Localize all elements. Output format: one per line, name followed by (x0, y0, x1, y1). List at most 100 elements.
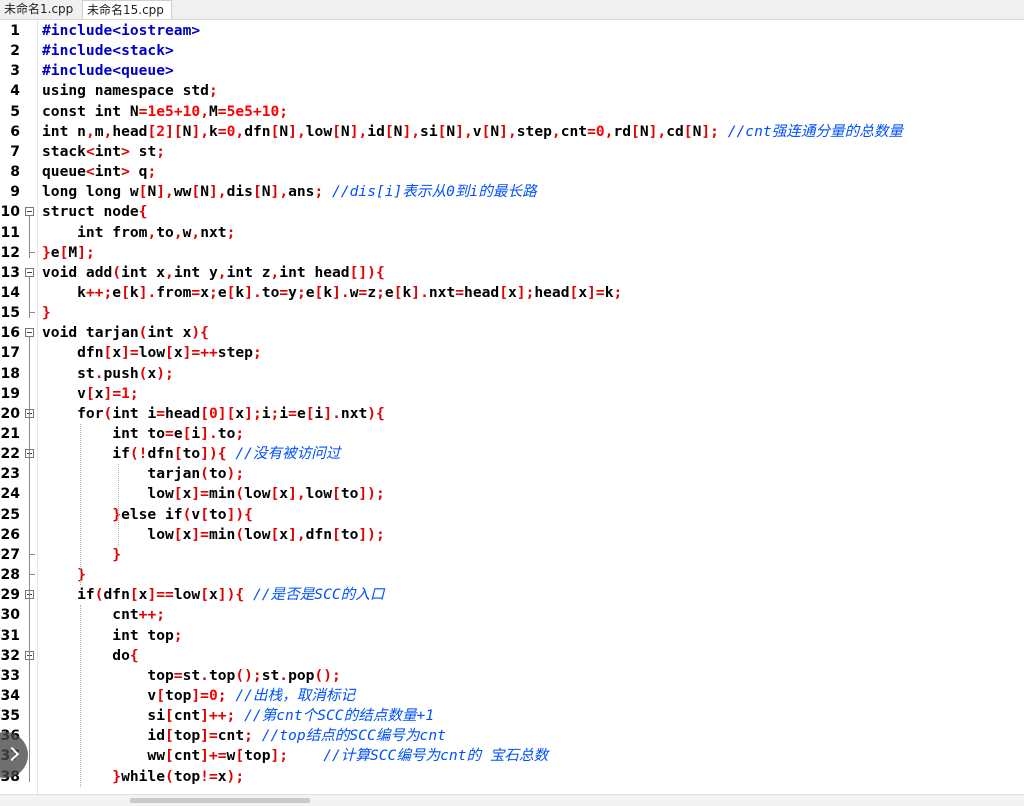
horizontal-scrollbar[interactable] (0, 794, 1024, 806)
code-line: const int N=1e5+10,M=5e5+10; (42, 102, 288, 122)
code-token: , (270, 263, 280, 281)
code-token: w (226, 747, 236, 765)
code-token: x (578, 283, 588, 301)
code-token: head (165, 404, 201, 422)
code-token: []){ (349, 263, 385, 281)
code-token: [ (200, 404, 209, 422)
code-line: si[cnt]++; //第cnt个SCC的结点数量+1 (42, 706, 434, 726)
code-token: e (112, 283, 122, 301)
code-token: [ (85, 384, 95, 402)
code-token: 1 (121, 384, 130, 402)
code-line: void tarjan(int x){ (42, 323, 209, 343)
code-token: N (200, 183, 209, 201)
code-line: using namespace std; (42, 81, 218, 101)
code-token: ( (103, 404, 113, 422)
code-token: low (244, 525, 271, 543)
code-token: N (446, 122, 456, 140)
code-token: k (402, 283, 412, 301)
code-token: x (507, 283, 517, 301)
code-token: [ (191, 183, 201, 201)
code-token: ], (349, 122, 368, 140)
code-token: long long w (42, 183, 139, 201)
line-number: 22 (0, 446, 20, 463)
code-token: = (279, 283, 289, 301)
code-line: int top; (42, 626, 183, 646)
code-token: to (340, 525, 359, 543)
code-line: stack<int> st; (42, 142, 165, 162)
code-token: N (490, 122, 500, 140)
code-token: int i (112, 404, 157, 422)
tab-file-15[interactable]: 未命名15.cpp (82, 0, 172, 19)
code-token: x (112, 344, 122, 362)
code-token: > (121, 163, 139, 181)
code-token: [ (165, 747, 174, 765)
code-token: . (279, 666, 289, 684)
code-token: ]= (191, 686, 209, 704)
code-token: to (340, 485, 359, 503)
code-token: [ (103, 344, 113, 362)
line-number: 16 (0, 325, 20, 342)
fold-range-line (29, 458, 30, 560)
code-token: e (217, 283, 227, 301)
code-token: w (349, 283, 359, 301)
code-line: ww[cnt]+=w[top]; //计算SCC编号为cnt的 宝石总数 (42, 746, 548, 766)
code-token: N (639, 122, 649, 140)
code-token: ], (191, 122, 210, 140)
code-token: ]. (332, 283, 350, 301)
code-token: ], (402, 122, 421, 140)
code-token: , (103, 122, 113, 140)
code-token: . (200, 666, 209, 684)
code-token: #include<queue> (42, 62, 174, 80)
code-token: ; (147, 163, 157, 181)
code-token: step (217, 344, 253, 362)
line-number: 2 (10, 43, 20, 60)
code-token: cd (666, 122, 684, 140)
code-token: k (129, 283, 139, 301)
code-token: e (296, 404, 306, 422)
code-token: [ (683, 122, 693, 140)
code-token: pop (288, 666, 315, 684)
scrollbar-thumb[interactable] (130, 798, 310, 803)
code-token: N (261, 183, 271, 201)
code-token: if (42, 586, 95, 604)
code-token: [ (332, 525, 341, 543)
code-line: if(dfn[x]==low[x]){ //是否是SCC的入口 (42, 585, 384, 605)
code-token: ], (648, 122, 667, 140)
code-token: ], (288, 485, 306, 503)
code-comment: //cnt强连通分量的总数量 (727, 122, 904, 140)
line-number: 23 (0, 466, 20, 483)
code-token: ]); (358, 485, 385, 503)
line-number: 28 (0, 567, 20, 584)
code-token: ]. (200, 425, 218, 442)
code-token: rd (613, 122, 632, 140)
code-line: queue<int> q; (42, 162, 156, 182)
line-number: 1 (10, 23, 20, 39)
fold-toggle-icon[interactable] (25, 328, 34, 338)
fold-toggle-icon[interactable] (25, 207, 34, 217)
code-token: [ (200, 505, 209, 523)
line-number: 9 (10, 184, 20, 201)
code-line: v[top]=0; //出栈，取消标记 (42, 686, 355, 706)
code-line: if(!dfn[to]){ //没有被访问过 (42, 444, 340, 464)
code-token: , (173, 223, 183, 241)
tab-file-1[interactable]: 未命名1.cpp (0, 0, 82, 19)
code-editor[interactable]: #include<iostream> #include<stack> #includ… (42, 20, 1024, 794)
code-token: ; (173, 626, 183, 644)
code-token: ( (112, 263, 122, 281)
code-token: , (85, 122, 95, 140)
code-token: ]= (103, 384, 122, 402)
code-token: } (42, 545, 122, 563)
fold-toggle-icon[interactable] (25, 267, 34, 277)
code-token: ]= (587, 283, 605, 301)
code-token: } (42, 505, 122, 523)
line-number: 17 (0, 345, 20, 362)
code-token: , (200, 102, 209, 120)
code-token: e (305, 283, 315, 301)
code-comment: //出栈，取消标记 (235, 686, 356, 704)
code-token: ){ (191, 324, 209, 342)
code-token: x (208, 586, 218, 604)
code-token: head (534, 283, 570, 301)
line-number: 19 (0, 385, 20, 402)
code-token: [ (332, 122, 341, 140)
code-token: cnt (560, 122, 588, 140)
